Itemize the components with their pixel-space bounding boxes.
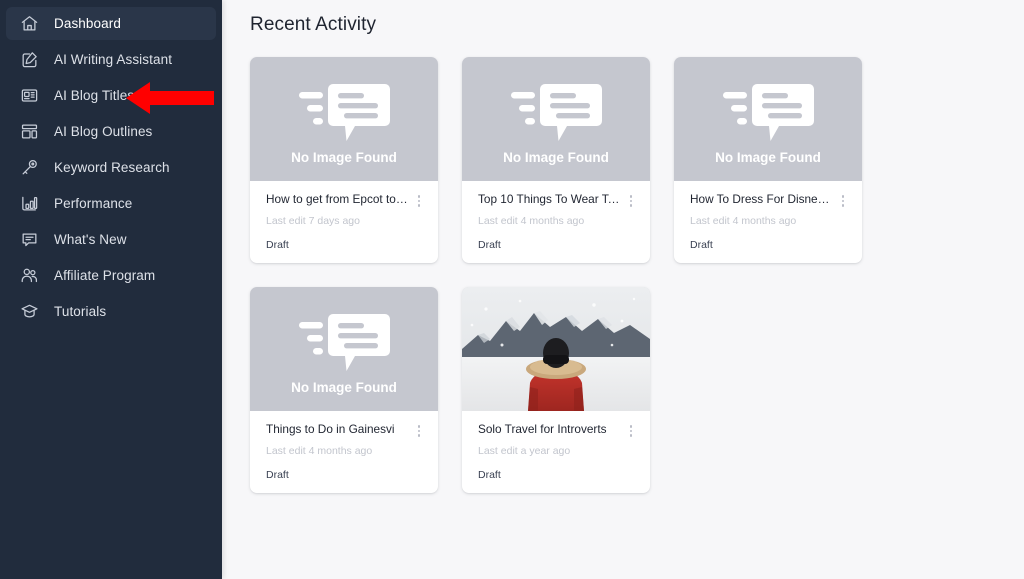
card-thumbnail: No Image Found bbox=[674, 57, 862, 181]
card-status-badge: Draft bbox=[266, 239, 289, 251]
no-image-bubble-icon bbox=[299, 83, 390, 141]
card-more-options-icon[interactable] bbox=[836, 193, 850, 209]
sidebar-item-ai-blog-outlines[interactable]: AI Blog Outlines bbox=[6, 115, 216, 148]
card-status-badge: Draft bbox=[478, 239, 501, 251]
no-image-placeholder: No Image Found bbox=[250, 57, 438, 181]
card-title-row: Top 10 Things To Wear To ... bbox=[478, 192, 638, 209]
card-title-row: Solo Travel for Introverts bbox=[478, 422, 638, 439]
sidebar-item-ai-writing-assistant[interactable]: AI Writing Assistant bbox=[6, 43, 216, 76]
sidebar-item-tutorials[interactable]: Tutorials bbox=[6, 295, 216, 328]
card-body: Top 10 Things To Wear To ... Last edit 4 … bbox=[462, 181, 650, 263]
activity-card[interactable]: No Image Found Top 10 Things To Wear To .… bbox=[462, 57, 650, 263]
sidebar-item-label: AI Blog Outlines bbox=[54, 124, 153, 139]
no-image-label: No Image Found bbox=[503, 149, 609, 165]
sidebar-item-label: Affiliate Program bbox=[54, 268, 156, 283]
card-status-badge: Draft bbox=[266, 469, 289, 481]
no-image-bubble-icon bbox=[723, 83, 814, 141]
no-image-label: No Image Found bbox=[291, 149, 397, 165]
sidebar-item-what-s-new[interactable]: What's New bbox=[6, 223, 216, 256]
card-thumbnail: No Image Found bbox=[462, 57, 650, 181]
card-more-options-icon[interactable] bbox=[624, 423, 638, 439]
card-title-row: How to get from Epcot to H... bbox=[266, 192, 426, 209]
chat-bubble-icon bbox=[18, 229, 40, 251]
card-body: How To Dress For Disneyla... Last edit 4 … bbox=[674, 181, 862, 263]
card-last-edit: Last edit a year ago bbox=[478, 445, 571, 457]
activity-card[interactable]: No Image Found How to get from Epcot to H… bbox=[250, 57, 438, 263]
sidebar-item-label: What's New bbox=[54, 232, 127, 247]
card-title: How to get from Epcot to H... bbox=[266, 192, 408, 206]
sidebar-item-label: AI Writing Assistant bbox=[54, 52, 173, 67]
card-title-row: Things to Do in Gainesvi bbox=[266, 422, 426, 439]
card-title: Top 10 Things To Wear To ... bbox=[478, 192, 620, 206]
no-image-placeholder: No Image Found bbox=[250, 287, 438, 411]
thumbnail-photo bbox=[462, 287, 650, 411]
recent-activity-grid: No Image Found How to get from Epcot to H… bbox=[250, 57, 1024, 493]
newspaper-icon bbox=[18, 85, 40, 107]
card-body: How to get from Epcot to H... Last edit 7… bbox=[250, 181, 438, 263]
card-title: Things to Do in Gainesvi bbox=[266, 422, 395, 436]
key-icon bbox=[18, 157, 40, 179]
sidebar-item-dashboard[interactable]: Dashboard bbox=[6, 7, 216, 40]
card-more-options-icon[interactable] bbox=[412, 423, 426, 439]
graduation-cap-icon bbox=[18, 301, 40, 323]
people-icon bbox=[18, 265, 40, 287]
no-image-label: No Image Found bbox=[715, 149, 821, 165]
card-thumbnail bbox=[462, 287, 650, 411]
card-last-edit: Last edit 4 months ago bbox=[478, 215, 585, 227]
pencil-square-icon bbox=[18, 49, 40, 71]
card-last-edit: Last edit 4 months ago bbox=[266, 445, 373, 457]
card-title-row: How To Dress For Disneyla... bbox=[690, 192, 850, 209]
activity-card[interactable]: No Image Found How To Dress For Disneyla.… bbox=[674, 57, 862, 263]
layout-blocks-icon bbox=[18, 121, 40, 143]
sidebar-item-label: Performance bbox=[54, 196, 133, 211]
card-thumbnail: No Image Found bbox=[250, 287, 438, 411]
sidebar-item-performance[interactable]: Performance bbox=[6, 187, 216, 220]
sidebar: Dashboard AI Writing Assistant AI Blog Tit… bbox=[0, 0, 222, 579]
bar-chart-icon bbox=[18, 193, 40, 215]
card-thumbnail: No Image Found bbox=[250, 57, 438, 181]
card-body: Things to Do in Gainesvi Last edit 4 mont… bbox=[250, 411, 438, 493]
sidebar-item-keyword-research[interactable]: Keyword Research bbox=[6, 151, 216, 184]
activity-card[interactable]: No Image Found Things to Do in Gainesvi La… bbox=[250, 287, 438, 493]
card-last-edit: Last edit 7 days ago bbox=[266, 215, 360, 227]
sidebar-item-affiliate-program[interactable]: Affiliate Program bbox=[6, 259, 216, 292]
sidebar-item-label: Keyword Research bbox=[54, 160, 170, 175]
main-content: Recent Activity No Image Found How to get… bbox=[222, 0, 1024, 579]
card-status-badge: Draft bbox=[478, 469, 501, 481]
page-title: Recent Activity bbox=[250, 14, 377, 35]
card-more-options-icon[interactable] bbox=[624, 193, 638, 209]
sidebar-item-label: Tutorials bbox=[54, 304, 107, 319]
home-icon bbox=[18, 13, 40, 35]
no-image-label: No Image Found bbox=[291, 379, 397, 395]
card-more-options-icon[interactable] bbox=[412, 193, 426, 209]
no-image-bubble-icon bbox=[299, 313, 390, 371]
no-image-bubble-icon bbox=[511, 83, 602, 141]
sidebar-item-label: Dashboard bbox=[54, 16, 121, 31]
activity-card[interactable]: Solo Travel for Introverts Last edit a ye… bbox=[462, 287, 650, 493]
card-status-badge: Draft bbox=[690, 239, 713, 251]
no-image-placeholder: No Image Found bbox=[674, 57, 862, 181]
card-last-edit: Last edit 4 months ago bbox=[690, 215, 797, 227]
no-image-placeholder: No Image Found bbox=[462, 57, 650, 181]
card-body: Solo Travel for Introverts Last edit a ye… bbox=[462, 411, 650, 493]
card-title: How To Dress For Disneyla... bbox=[690, 192, 832, 206]
card-title: Solo Travel for Introverts bbox=[478, 422, 607, 436]
sidebar-item-ai-blog-titles[interactable]: AI Blog Titles bbox=[6, 79, 216, 112]
sidebar-item-label: AI Blog Titles bbox=[54, 88, 135, 103]
